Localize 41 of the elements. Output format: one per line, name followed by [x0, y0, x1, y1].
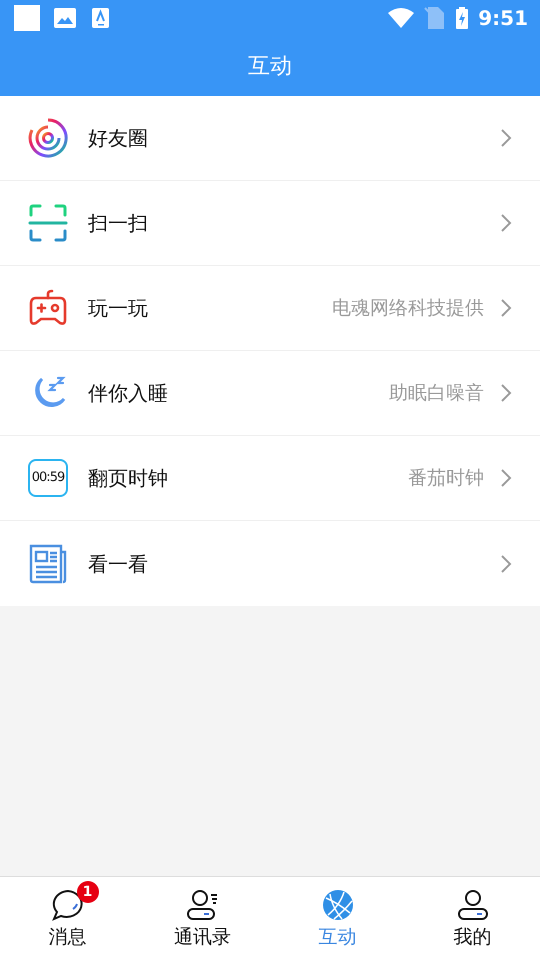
battery-icon [456, 7, 468, 29]
chevron-right-icon [500, 468, 512, 488]
menu-item[interactable]: 看一看 [0, 521, 540, 606]
contacts-icon [186, 889, 220, 921]
unread-count-badge: 1 [76, 881, 98, 903]
chevron-right-icon [500, 383, 512, 403]
menu-item-note: 助眠白噪音 [389, 380, 484, 406]
rainbow-rings-icon [28, 118, 68, 158]
menu-item[interactable]: 00:59 翻页时钟 番茄时钟 [0, 436, 540, 521]
person-icon [456, 889, 490, 921]
tab-button[interactable]: 我的 [405, 877, 540, 960]
menu-item[interactable]: 玩一玩 电魂网络科技提供 [0, 266, 540, 351]
menu-item-note: 电魂网络科技提供 [332, 296, 484, 321]
clock-icon: 00:59 [28, 459, 68, 497]
newspaper-icon [28, 544, 68, 584]
tab-label: 通讯录 [174, 925, 231, 950]
chevron-right-icon [500, 298, 512, 318]
speech-bubble-icon [50, 889, 84, 921]
chevron-right-icon [500, 554, 512, 574]
page-title: 互动 [248, 52, 292, 80]
no-sim-icon [424, 7, 444, 29]
globe-icon [322, 889, 354, 921]
keyboard-icon [92, 8, 109, 28]
menu-item[interactable]: 扫一扫 [0, 181, 540, 266]
gamepad-icon [28, 288, 68, 328]
tab-label: 互动 [318, 925, 356, 950]
tab-button[interactable]: 互动 [270, 877, 405, 960]
image-icon [54, 8, 76, 28]
chevron-right-icon [500, 128, 512, 148]
tab-label: 消息 [48, 925, 86, 950]
menu-item[interactable]: 伴你入睡 助眠白噪音 [0, 351, 540, 436]
tab-button[interactable]: 通讯录 [135, 877, 270, 960]
notification-icon [14, 5, 40, 31]
tab-button[interactable]: 1 消息 [0, 877, 135, 960]
menu-item[interactable]: 好友圈 [0, 96, 540, 181]
menu-item-note: 番茄时钟 [408, 466, 484, 491]
tab-label: 我的 [454, 925, 492, 950]
chevron-right-icon [500, 213, 512, 233]
status-time: 9:51 [478, 5, 528, 32]
scan-icon [28, 203, 68, 243]
wifi-icon [388, 8, 414, 28]
